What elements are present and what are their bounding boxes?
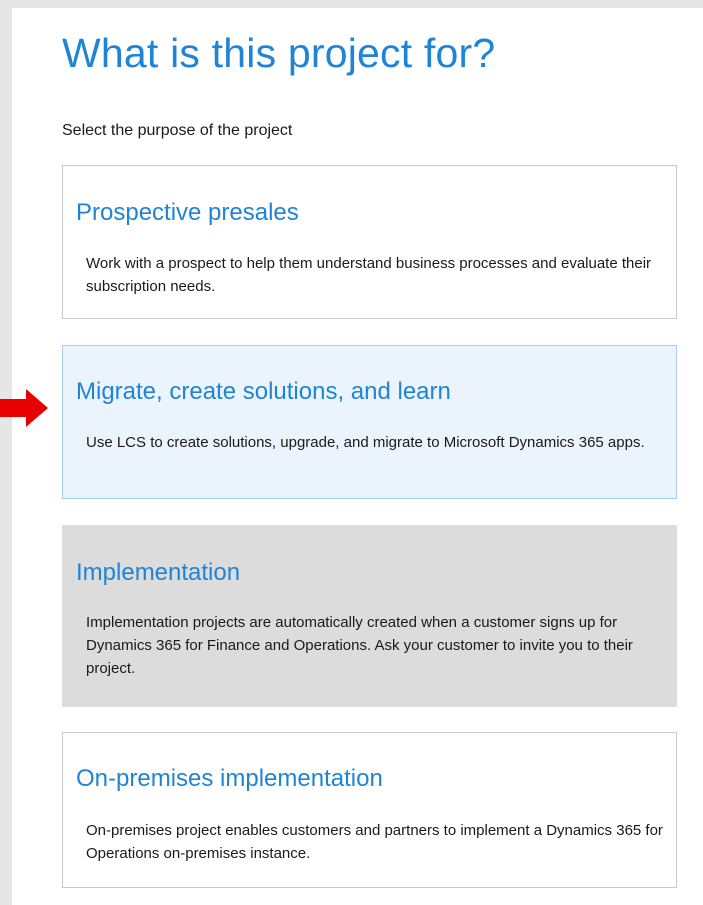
option-description: Work with a prospect to help them unders… bbox=[86, 255, 652, 295]
option-description: Implementation projects are automaticall… bbox=[86, 614, 633, 677]
option-implementation: Implementation Implementation projects a… bbox=[62, 525, 677, 707]
option-description: On-premises project enables customers an… bbox=[86, 822, 663, 862]
option-title: Implementation bbox=[76, 559, 241, 586]
option-title: Migrate, create solutions, and learn bbox=[76, 378, 451, 405]
option-description: Use LCS to create solutions, upgrade, an… bbox=[86, 434, 645, 451]
red-arrow-icon bbox=[0, 389, 48, 427]
option-title: On-premises implementation bbox=[76, 765, 383, 792]
page-title: What is this project for? bbox=[62, 30, 496, 76]
page-subtitle: Select the purpose of the project bbox=[62, 122, 293, 139]
option-migrate-create-learn[interactable]: Migrate, create solutions, and learn Use… bbox=[62, 345, 677, 499]
option-on-premises-implementation[interactable]: On-premises implementation On-premises p… bbox=[62, 732, 677, 888]
option-title: Prospective presales bbox=[76, 199, 299, 226]
project-purpose-dialog: What is this project for? Select the pur… bbox=[12, 8, 703, 905]
option-prospective-presales[interactable]: Prospective presales Work with a prospec… bbox=[62, 165, 677, 319]
